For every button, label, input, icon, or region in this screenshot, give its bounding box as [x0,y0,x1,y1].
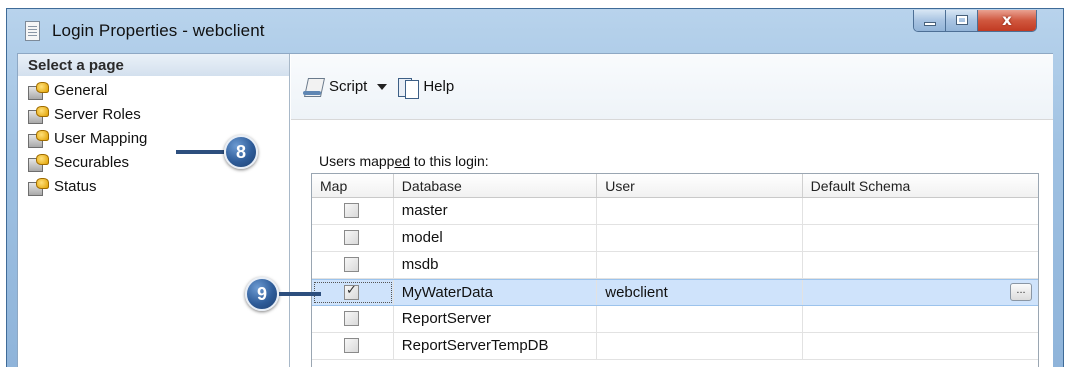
page-key-icon [28,105,49,124]
map-cell [312,280,394,305]
column-header-user[interactable]: User [597,174,803,197]
select-page-pane: Select a page General Server Roles User … [18,54,290,367]
help-label: Help [423,78,455,95]
column-header-database[interactable]: Database [394,174,598,197]
map-checkbox[interactable] [344,230,359,245]
map-cell [312,225,394,251]
users-mapped-label: Users mapped to this login: [319,153,489,169]
user-cell[interactable] [597,252,803,278]
page-item-label: Status [54,177,97,195]
user-cell[interactable] [597,333,803,359]
minimize-button[interactable] [914,10,946,31]
page-key-icon [28,177,49,196]
user-mapping-pane: Script Help Users mapped to this login: … [291,54,1053,367]
page-item-label: Server Roles [54,105,141,123]
login-properties-window: Login Properties - webclient x Select a … [6,8,1064,367]
table-row[interactable]: msdb [312,252,1038,279]
database-cell: model [394,225,598,251]
callout-step-8: 8 [176,135,258,169]
page-list: General Server Roles User Mapping Secura… [28,78,147,198]
toolbar: Script Help [291,54,1053,120]
user-cell[interactable]: webclient [597,280,803,305]
page-item-general[interactable]: General [28,78,147,102]
script-dropdown-arrow-icon[interactable] [377,83,388,90]
maximize-icon [956,15,968,25]
table-row[interactable]: master [312,198,1038,225]
map-checkbox-checked[interactable] [344,283,359,300]
grid-header: Map Database User Default Schema [312,174,1038,198]
close-icon: x [1002,11,1012,29]
page-item-label: General [54,81,108,99]
help-button[interactable]: Help [397,76,455,99]
dialog-client-area: Select a page General Server Roles User … [17,53,1053,367]
maximize-button[interactable] [946,10,978,31]
database-cell: ReportServerTempDB [394,333,598,359]
page-item-label: User Mapping [54,129,148,147]
map-checkbox[interactable] [344,257,359,272]
default-schema-cell[interactable] [803,333,1038,359]
users-mapped-label-start: Users mapp [319,153,395,169]
database-cell: MyWaterData [394,280,598,305]
page-item-securables[interactable]: Securables [28,150,147,174]
window-controls: x [913,10,1037,32]
callout-step-9: 9 [245,277,321,311]
script-button[interactable]: Script [303,77,367,97]
map-checkbox[interactable] [344,338,359,353]
table-row[interactable]: ReportServerTempDB [312,333,1038,360]
page-item-label: Securables [54,153,130,171]
users-mapped-label-end: to this login: [410,153,489,169]
user-cell[interactable] [597,198,803,224]
map-cell [312,252,394,278]
column-header-default-schema[interactable]: Default Schema [803,174,1038,197]
page-item-user-mapping[interactable]: User Mapping [28,126,147,150]
table-row[interactable]: model [312,225,1038,252]
column-header-map[interactable]: Map [312,174,394,197]
users-mapped-label-accelerator: ed [394,153,411,169]
page-key-icon [28,153,49,172]
map-cell [312,333,394,359]
database-cell: ReportServer [394,306,598,332]
database-cell: msdb [394,252,598,278]
page-item-server-roles[interactable]: Server Roles [28,102,147,126]
document-icon [25,21,40,41]
script-icon [303,77,325,97]
users-mapped-grid: Map Database User Default Schema master … [311,173,1039,367]
title-bar[interactable]: Login Properties - webclient x [7,9,1063,53]
user-cell[interactable] [597,225,803,251]
window-title: Login Properties - webclient [52,21,265,40]
browse-schema-button[interactable]: ... [1010,283,1033,301]
default-schema-cell[interactable]: ... [803,280,1038,305]
default-schema-cell[interactable] [803,252,1038,278]
database-cell: master [394,198,598,224]
page-key-icon [28,81,49,100]
script-label: Script [329,78,368,95]
callout-badge: 8 [224,135,258,169]
callout-badge: 9 [245,277,279,311]
select-page-header: Select a page [18,54,289,76]
help-icon [397,76,420,99]
table-row-selected[interactable]: MyWaterData webclient ... [312,279,1038,306]
map-checkbox[interactable] [344,311,359,326]
map-cell [312,306,394,332]
page-key-icon [28,129,49,148]
callout-line [279,292,321,296]
default-schema-cell[interactable] [803,225,1038,251]
map-cell [312,198,394,224]
page-item-status[interactable]: Status [28,174,147,198]
minimize-icon [924,22,936,26]
close-button[interactable]: x [978,10,1036,31]
user-cell[interactable] [597,306,803,332]
table-row[interactable]: ReportServer [312,306,1038,333]
callout-line [176,150,224,154]
default-schema-cell[interactable] [803,198,1038,224]
map-checkbox[interactable] [344,203,359,218]
default-schema-cell[interactable] [803,306,1038,332]
